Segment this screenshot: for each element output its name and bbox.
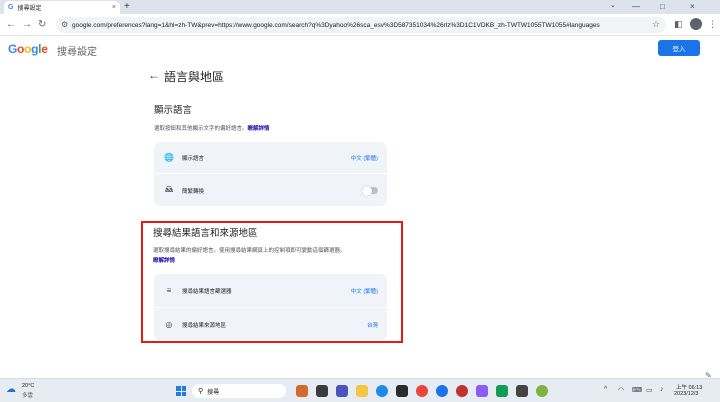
reload-icon[interactable]: ↻ bbox=[38, 18, 46, 32]
app-icon[interactable] bbox=[316, 385, 328, 397]
app-icon[interactable] bbox=[476, 385, 488, 397]
highlight-box bbox=[141, 221, 403, 343]
cloud-icon[interactable]: ☁ bbox=[6, 384, 16, 395]
tab-title: 搜尋設定 bbox=[17, 6, 42, 12]
chrome-icon[interactable] bbox=[416, 385, 428, 397]
url-text: google.com/preferences?lang=1&hl=zh-TW&p… bbox=[72, 21, 600, 29]
clock-time[interactable]: 上午 06:13 bbox=[676, 383, 702, 391]
back-arrow-icon[interactable]: ← bbox=[148, 68, 160, 82]
display-language-title: 顯示語言 bbox=[154, 105, 193, 116]
display-language-label: 顯示語言 bbox=[182, 155, 205, 162]
wifi-icon[interactable]: ◠ bbox=[618, 386, 624, 394]
display-language-description: 選取按鈕和其他顯示文字的偏好語言。瞭解詳情 bbox=[154, 126, 270, 132]
more-menu-icon[interactable]: ⋮ bbox=[708, 19, 717, 30]
simplified-traditional-label: 簡繁轉換 bbox=[182, 188, 205, 195]
keyboard-icon[interactable]: ⌨ bbox=[632, 386, 642, 394]
translate-icon: a͡a bbox=[165, 187, 173, 194]
close-window-button[interactable]: × bbox=[690, 0, 695, 13]
battery-icon[interactable]: ▭ bbox=[646, 386, 653, 394]
signin-button[interactable]: 登入 bbox=[658, 40, 700, 56]
clock-date[interactable]: 2023/12/3 bbox=[674, 391, 698, 397]
weather-temp[interactable]: 20°C bbox=[22, 383, 34, 389]
file-explorer-icon[interactable] bbox=[356, 385, 368, 397]
display-language-row[interactable]: 🌐 顯示語言 中文 (繁體) bbox=[154, 142, 387, 173]
globe-icon: 🌐 bbox=[164, 153, 174, 162]
side-panel-icon[interactable]: ◧ bbox=[674, 19, 683, 30]
browser-tab[interactable]: G 搜尋設定 × bbox=[4, 1, 120, 14]
windows-taskbar: ☁ 20°C 多雲 ⚲ 搜尋 ^ ◠ ⌨ ▭ ♪ 上午 06:13 2023/1… bbox=[0, 378, 720, 402]
weather-desc[interactable]: 多雲 bbox=[22, 391, 33, 399]
page-title: 語言與地區 bbox=[164, 70, 225, 84]
edge-icon[interactable] bbox=[376, 385, 388, 397]
google-logo[interactable]: Google bbox=[8, 42, 48, 56]
app-icon[interactable] bbox=[296, 385, 308, 397]
volume-icon[interactable]: ♪ bbox=[660, 386, 664, 393]
display-language-learn-more-link[interactable]: 瞭解詳情 bbox=[248, 126, 270, 132]
app-icon[interactable] bbox=[496, 385, 508, 397]
minimize-button[interactable]: — bbox=[632, 0, 640, 13]
header-subtitle: 搜尋設定 bbox=[57, 47, 97, 58]
simplified-traditional-row[interactable]: a͡a 簡繁轉換 bbox=[154, 175, 387, 206]
profile-avatar[interactable] bbox=[690, 18, 702, 30]
bookmark-star-icon[interactable]: ☆ bbox=[652, 19, 660, 30]
app-icon[interactable] bbox=[516, 385, 528, 397]
taskbar-search-placeholder: 搜尋 bbox=[207, 389, 220, 396]
app-icon[interactable] bbox=[536, 385, 548, 397]
browser-toolbar: ← → ↻ ⚙ google.com/preferences?lang=1&hl… bbox=[0, 14, 720, 36]
simplified-traditional-toggle[interactable] bbox=[362, 185, 378, 196]
address-bar[interactable]: ⚙ google.com/preferences?lang=1&hl=zh-TW… bbox=[56, 17, 666, 33]
search-icon: ⚲ bbox=[198, 388, 204, 395]
app-icon[interactable] bbox=[456, 385, 468, 397]
divider bbox=[154, 173, 387, 174]
tab-search-icon[interactable]: ⌄ bbox=[610, 1, 616, 9]
close-tab-icon[interactable]: × bbox=[112, 4, 116, 11]
display-language-value: 中文 (繁體) bbox=[350, 155, 378, 162]
store-icon[interactable] bbox=[396, 385, 408, 397]
site-info-icon[interactable]: ⚙ bbox=[61, 20, 68, 29]
google-favicon-icon: G bbox=[8, 4, 14, 11]
teams-icon[interactable] bbox=[336, 385, 348, 397]
back-icon[interactable]: ← bbox=[6, 18, 16, 32]
forward-icon[interactable]: → bbox=[22, 18, 32, 32]
taskbar-search[interactable]: ⚲ 搜尋 bbox=[192, 384, 286, 398]
maximize-button[interactable]: □ bbox=[660, 0, 665, 13]
new-tab-button[interactable]: + bbox=[124, 1, 130, 13]
tab-strip: G 搜尋設定 × + ⌄ — □ × bbox=[0, 0, 720, 14]
start-button[interactable] bbox=[176, 386, 186, 396]
display-language-card: 🌐 顯示語言 中文 (繁體) a͡a 簡繁轉換 bbox=[154, 142, 387, 206]
app-icon[interactable] bbox=[436, 385, 448, 397]
chevron-up-icon[interactable]: ^ bbox=[604, 386, 607, 393]
